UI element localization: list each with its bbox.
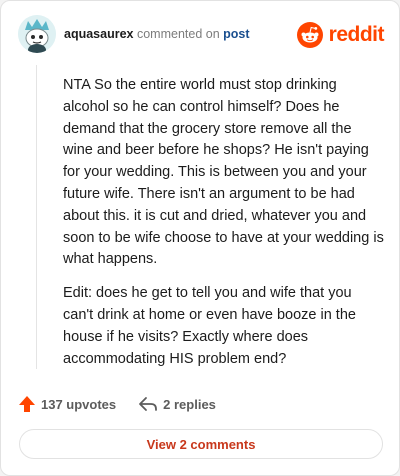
comment-header: aquasaurex commented on post reddit	[18, 15, 385, 55]
upvote-count: 137 upvotes	[41, 396, 117, 412]
reply-arrow-icon	[139, 397, 158, 411]
replies-button[interactable]: 2 replies	[138, 396, 216, 412]
reddit-wordmark: reddit	[328, 23, 385, 46]
comment-paragraph: NTA So the entire world must stop drinki…	[63, 77, 384, 268]
comment-paragraph: Edit: does he get to tell you and wife t…	[63, 285, 356, 367]
post-link[interactable]: post	[223, 27, 249, 41]
thread-line[interactable]	[36, 65, 37, 369]
reddit-snoo-icon	[296, 22, 323, 48]
comment-actions: 137 upvotes 2 replies	[18, 393, 238, 415]
view-comments-button[interactable]: View 2 comments	[19, 429, 383, 459]
commented-on-text: commented on	[136, 27, 220, 41]
snoo-avatar-icon	[18, 15, 56, 53]
username-link[interactable]: aquasaurex	[64, 27, 133, 41]
reddit-logo[interactable]: reddit	[296, 20, 385, 50]
avatar[interactable]	[18, 15, 56, 53]
comment-card: aquasaurex commented on post reddit NTA …	[0, 0, 400, 476]
comment-body: NTA So the entire world must stop drinki…	[63, 75, 385, 382]
upvote-button[interactable]: 137 upvotes	[18, 395, 116, 413]
comment-meta: aquasaurex commented on post	[64, 27, 250, 41]
upvote-arrow-icon	[19, 396, 35, 412]
replies-count: 2 replies	[163, 396, 216, 412]
